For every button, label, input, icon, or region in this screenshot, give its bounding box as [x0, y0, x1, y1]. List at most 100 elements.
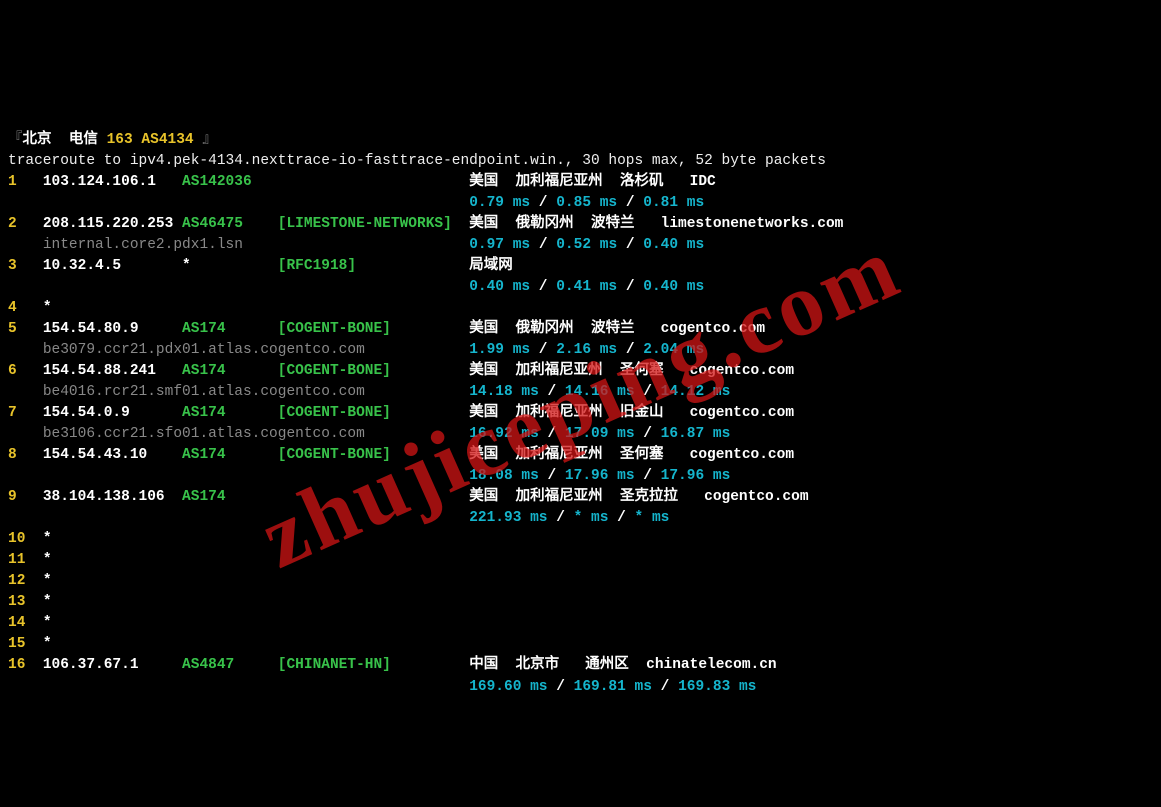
hop-location: 美国 加利福尼亚州 圣克拉拉 cogentco.com: [469, 489, 808, 505]
hop-rtt-3: 2.04 ms: [643, 342, 704, 358]
hop-row: 13 *: [8, 592, 1153, 613]
hop-asn: AS142036: [182, 174, 278, 190]
hop-ip: 38.104.138.106: [43, 489, 182, 505]
hop-location: 美国 俄勒冈州 波特兰 limestonenetworks.com: [469, 216, 843, 232]
hop-location: 中国 北京市 通州区 chinatelecom.cn: [469, 657, 776, 673]
traceroute-header-line: traceroute to ipv4.pek-4134.nexttrace-io…: [8, 151, 1153, 172]
hop-rtt-1: 0.97 ms: [469, 237, 530, 253]
hop-row: 16 106.37.67.1 AS4847 [CHINANET-HN] 中国 北…: [8, 655, 1153, 676]
hop-network-bracket: [278, 174, 469, 190]
hop-location: 局域网: [469, 258, 513, 274]
hop-asn: AS174: [182, 321, 278, 337]
hop-timing-row: internal.core2.pdx1.lsn 0.97 ms / 0.52 m…: [8, 235, 1153, 256]
hop-timeout: *: [43, 636, 52, 652]
hop-network-bracket: [CHINANET-HN]: [278, 657, 469, 673]
hop-number: 1: [8, 174, 43, 190]
hop-ip: 154.54.88.241: [43, 363, 182, 379]
hop-asn: AS46475: [182, 216, 278, 232]
terminal-output: 『北京 电信 163 AS4134 』 traceroute to ipv4.pe…: [8, 130, 1153, 697]
hop-ip: 106.37.67.1: [43, 657, 182, 673]
hop-asn: AS174: [182, 447, 278, 463]
hop-number: 11: [8, 552, 43, 568]
hop-ptr: be3106.ccr21.sfo01.atlas.cogentco.com: [43, 426, 365, 442]
hop-rtt-2: 0.85 ms: [556, 195, 617, 211]
hop-location: 美国 加利福尼亚州 圣何塞 cogentco.com: [469, 447, 794, 463]
hop-number: 3: [8, 258, 43, 274]
hop-timeout: *: [43, 615, 52, 631]
hop-network-bracket: [RFC1918]: [278, 258, 469, 274]
hop-number: 16: [8, 657, 43, 673]
hop-timing-row: be4016.rcr21.smf01.atlas.cogentco.com 14…: [8, 382, 1153, 403]
title-line: 『北京 电信 163 AS4134 』: [8, 130, 1153, 151]
hop-timing-row: 169.60 ms / 169.81 ms / 169.83 ms: [8, 677, 1153, 698]
hop-timing-row: be3106.ccr21.sfo01.atlas.cogentco.com 16…: [8, 424, 1153, 445]
hop-number: 4: [8, 300, 43, 316]
hop-row: 14 *: [8, 613, 1153, 634]
hop-network-bracket: [LIMESTONE-NETWORKS]: [278, 216, 469, 232]
hop-number: 2: [8, 216, 43, 232]
hop-timeout: *: [43, 573, 52, 589]
hop-row: 6 154.54.88.241 AS174 [COGENT-BONE] 美国 加…: [8, 361, 1153, 382]
hop-ptr: be3079.ccr21.pdx01.atlas.cogentco.com: [43, 342, 365, 358]
hop-rtt-1: 0.40 ms: [469, 279, 530, 295]
hop-location: 美国 加利福尼亚州 旧金山 cogentco.com: [469, 405, 794, 421]
hop-rtt-2: 0.52 ms: [556, 237, 617, 253]
hop-timing-row: 0.40 ms / 0.41 ms / 0.40 ms: [8, 277, 1153, 298]
hop-ip: 154.54.0.9: [43, 405, 182, 421]
hop-rtt-2: 169.81 ms: [574, 679, 652, 695]
hop-row: 2 208.115.220.253 AS46475 [LIMESTONE-NET…: [8, 214, 1153, 235]
hop-number: 7: [8, 405, 43, 421]
hop-timing-row: 18.08 ms / 17.96 ms / 17.96 ms: [8, 466, 1153, 487]
title-asn: 163 AS4134: [107, 132, 194, 148]
hop-ip: 154.54.80.9: [43, 321, 182, 337]
hop-rtt-1: 169.60 ms: [469, 679, 547, 695]
hop-ip: 103.124.106.1: [43, 174, 182, 190]
hop-asn: AS174: [182, 489, 278, 505]
hop-network-bracket: [COGENT-BONE]: [278, 321, 469, 337]
hop-network-bracket: [COGENT-BONE]: [278, 405, 469, 421]
hop-number: 14: [8, 615, 43, 631]
hop-row: 15 *: [8, 634, 1153, 655]
hop-ptr: be4016.rcr21.smf01.atlas.cogentco.com: [43, 384, 365, 400]
hop-asn: AS174: [182, 363, 278, 379]
hop-number: 15: [8, 636, 43, 652]
hop-timing-row: be3079.ccr21.pdx01.atlas.cogentco.com 1.…: [8, 340, 1153, 361]
hop-asn: *: [182, 258, 278, 274]
hop-ptr: internal.core2.pdx1.lsn: [43, 237, 243, 253]
traceroute-header: traceroute to ipv4.pek-4134.nexttrace-io…: [8, 153, 826, 169]
hop-network-bracket: [278, 489, 469, 505]
hop-timing-row: 0.79 ms / 0.85 ms / 0.81 ms: [8, 193, 1153, 214]
hop-row: 8 154.54.43.10 AS174 [COGENT-BONE] 美国 加利…: [8, 445, 1153, 466]
hop-row: 4 *: [8, 298, 1153, 319]
hop-network-bracket: [COGENT-BONE]: [278, 363, 469, 379]
hop-location: 美国 加利福尼亚州 洛杉矶 IDC: [469, 174, 716, 190]
hop-ip: 208.115.220.253: [43, 216, 182, 232]
hop-rtt-3: 0.40 ms: [643, 279, 704, 295]
hop-rtt-2: 0.41 ms: [556, 279, 617, 295]
hop-location: 美国 俄勒冈州 波特兰 cogentco.com: [469, 321, 765, 337]
hop-rtt-1: 16.92 ms: [469, 426, 539, 442]
hop-rtt-1: 221.93 ms: [469, 510, 547, 526]
hop-rtt-2: 14.16 ms: [565, 384, 635, 400]
hop-number: 8: [8, 447, 43, 463]
hop-number: 10: [8, 531, 43, 547]
hop-rtt-1: 14.18 ms: [469, 384, 539, 400]
hop-timeout: *: [43, 552, 52, 568]
hop-number: 5: [8, 321, 43, 337]
hop-rtt-1: 1.99 ms: [469, 342, 530, 358]
hop-number: 6: [8, 363, 43, 379]
hop-asn: AS4847: [182, 657, 278, 673]
hop-timeout: *: [43, 300, 52, 316]
hop-rtt-3: 17.96 ms: [661, 468, 731, 484]
hop-ip: 10.32.4.5: [43, 258, 182, 274]
hop-rtt-1: 0.79 ms: [469, 195, 530, 211]
hop-rtt-2: 2.16 ms: [556, 342, 617, 358]
hop-timing-row: 221.93 ms / * ms / * ms: [8, 508, 1153, 529]
hop-row: 10 *: [8, 529, 1153, 550]
hop-number: 13: [8, 594, 43, 610]
hop-timeout: *: [43, 594, 52, 610]
hop-row: 9 38.104.138.106 AS174 美国 加利福尼亚州 圣克拉拉 co…: [8, 487, 1153, 508]
hop-network-bracket: [COGENT-BONE]: [278, 447, 469, 463]
hop-rtt-2: 17.96 ms: [565, 468, 635, 484]
title-bracket-close: 』: [194, 132, 217, 148]
